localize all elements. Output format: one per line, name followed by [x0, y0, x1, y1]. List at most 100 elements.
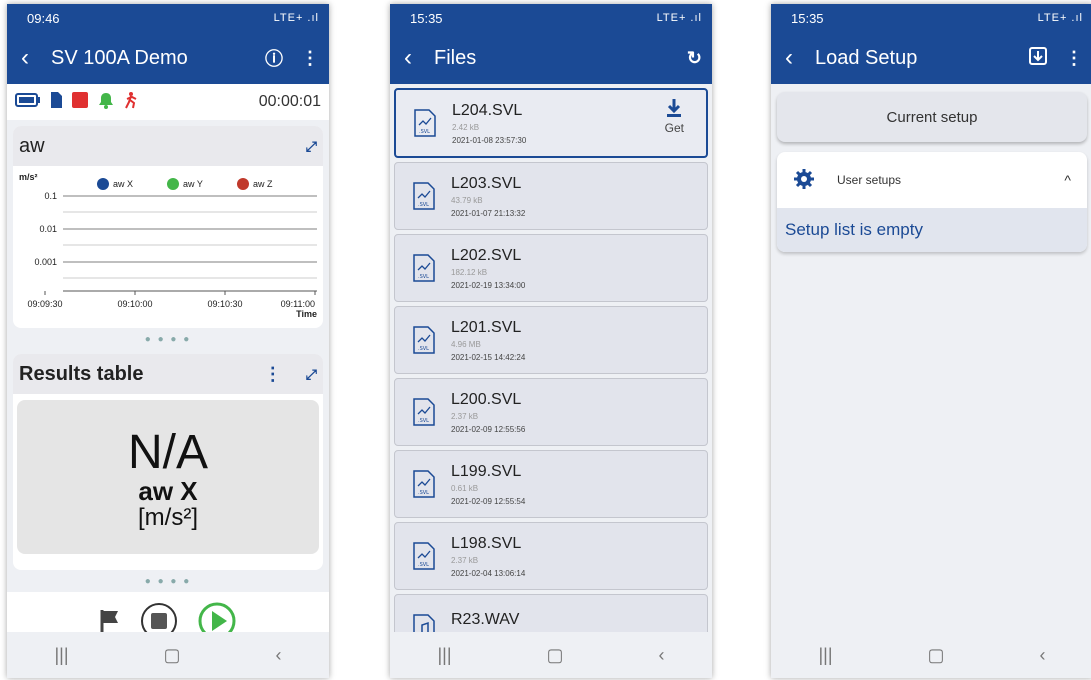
file-name: R23.WAV [451, 611, 520, 628]
back-icon[interactable]: ‹ [404, 44, 434, 72]
file-date: 2021-01-08 23:57:30 [452, 135, 527, 145]
download-icon [667, 99, 682, 117]
download-box-icon[interactable] [1029, 46, 1047, 70]
nav-back-icon[interactable]: ‹ [659, 645, 665, 666]
file-row[interactable]: .SVL L204.SVL 2.42 kB 2021-01-08 23:57:30 Ge… [394, 88, 708, 158]
app-bar: ‹ Load Setup ⋮ [771, 32, 1091, 84]
file-size: 182.12 kB [451, 267, 488, 277]
user-setups-panel: User setups ^ Setup list is empty [777, 152, 1087, 252]
expand-icon[interactable]: ⤢ [306, 138, 317, 155]
svg-text:.SVL: .SVL [418, 202, 429, 208]
home-icon[interactable]: ▢ [928, 645, 945, 666]
file-row[interactable]: .SVL L201.SVL 4.96 MB 2021-02-15 14:42:24 [394, 306, 708, 374]
svg-text:.SVL: .SVL [418, 346, 429, 352]
file-name: L200.SVL [451, 390, 522, 408]
legend-label: aw Z [253, 179, 273, 189]
svl-file-icon: .SVL [413, 182, 435, 210]
back-icon[interactable]: ‹ [21, 44, 51, 72]
svg-text:.SVL: .SVL [418, 490, 429, 496]
app-bar: ‹ SV 100A Demo ⓘ ⋮ [7, 32, 329, 84]
svg-text:.SVL: .SVL [418, 562, 429, 568]
result-value: N/A [127, 426, 208, 479]
results-expand-icon[interactable]: ⤢ [306, 366, 317, 383]
y-tick-label: 0.01 [39, 224, 57, 234]
file-name: L203.SVL [451, 174, 522, 192]
x-tick-label: 09:09:30 [27, 299, 62, 309]
system-nav-bar: ||| ▢ ‹ [771, 632, 1091, 678]
recent-apps-icon[interactable]: ||| [437, 645, 451, 666]
file-date: 2021-02-04 13:06:14 [451, 568, 526, 578]
refresh-icon[interactable]: ↻ [687, 48, 702, 69]
x-tick-label: 09:10:00 [117, 299, 152, 309]
results-card-header: Results table ⋮ ⤢ [13, 354, 323, 394]
back-icon[interactable]: ‹ [785, 44, 815, 72]
phone-files-screen: 15:35 LTE+ .ıl ‹ Files ↻ .SVL L204.SVL 2.4… [390, 4, 712, 678]
legend-label: aw X [113, 179, 133, 189]
page-title: SV 100A Demo [51, 46, 188, 69]
svg-text:.SVL: .SVL [418, 418, 429, 424]
file-size: 4.96 MB [451, 339, 481, 349]
file-row[interactable]: .SVL L199.SVL 0.61 kB 2021-02-09 12:55:54 [394, 450, 708, 518]
user-setups-label: User setups [837, 173, 902, 187]
device-status-row: 00:00:01 [7, 84, 329, 120]
recent-apps-icon[interactable]: ||| [818, 645, 832, 666]
file-size: 2.42 kB [452, 122, 480, 132]
recent-apps-icon[interactable]: ||| [54, 645, 68, 666]
aw-chart: m/s² aw X aw Y aw Z 0.1 0.01 0.001 09:09:30 09:1… [19, 172, 317, 319]
nav-back-icon[interactable]: ‹ [276, 645, 282, 666]
file-row[interactable]: .SVL L203.SVL 43.79 kB 2021-01-07 21:13:32 [394, 162, 708, 230]
page-title: Load Setup [815, 46, 918, 69]
result-unit: [m/s²] [138, 504, 198, 531]
legend-swatch [167, 178, 179, 190]
file-name: L204.SVL [452, 101, 523, 119]
status-bar: 15:35 LTE+ .ıl [771, 4, 1091, 32]
more-vert-icon[interactable]: ⋮ [301, 48, 319, 69]
page-indicator-2: ● ● ● ● [144, 576, 192, 587]
chart-card-header: aw ⤢ [13, 126, 323, 166]
file-list: .SVL L204.SVL 2.42 kB 2021-01-08 23:57:30 Ge… [390, 88, 712, 662]
results-more-icon[interactable]: ⋮ [264, 364, 282, 385]
file-row[interactable]: .SVL L200.SVL 2.37 kB 2021-02-09 12:55:56 [394, 378, 708, 446]
status-time: 09:46 [27, 10, 60, 26]
home-icon[interactable]: ▢ [164, 645, 181, 666]
file-name: L201.SVL [451, 318, 522, 336]
results-card: Results table ⋮ ⤢ N/A aw X [m/s²] [13, 354, 323, 570]
record-stop-icon [71, 91, 89, 114]
file-date: 2021-02-09 12:55:56 [451, 424, 526, 434]
current-setup-button[interactable]: Current setup [777, 92, 1087, 142]
file-row[interactable]: .SVL L198.SVL 2.37 kB 2021-02-04 13:06:14 [394, 522, 708, 590]
status-time: 15:35 [791, 10, 824, 26]
file-size: 2.37 kB [451, 555, 479, 565]
user-setups-header[interactable]: User setups ^ [777, 152, 1087, 208]
measurement-timer: 00:00:01 [258, 93, 321, 110]
page-title: Files [434, 46, 477, 69]
more-vert-icon[interactable]: ⋮ [1065, 48, 1083, 69]
battery-icon [15, 92, 41, 112]
phone-measurement-screen: 09:46 LTE+ .ıl ‹ SV 100A Demo ⓘ ⋮ 00:00:… [7, 4, 329, 678]
y-tick-label: 0.001 [34, 257, 57, 267]
nav-back-icon[interactable]: ‹ [1040, 645, 1046, 666]
system-nav-bar: ||| ▢ ‹ [390, 632, 712, 678]
x-tick-label: 09:11:00 [281, 299, 315, 309]
svl-file-icon: .SVL [413, 398, 435, 426]
legend-swatch [97, 178, 109, 190]
file-name: L202.SVL [451, 246, 522, 264]
result-display: N/A aw X [m/s²] [17, 400, 319, 554]
file-size: 2.37 kB [451, 411, 479, 421]
svl-file-icon: .SVL [413, 542, 435, 570]
page-indicator: ● ● ● ● [144, 334, 192, 345]
svg-text:.SVL: .SVL [419, 129, 430, 135]
info-icon[interactable]: ⓘ [265, 45, 283, 71]
legend-swatch [237, 178, 249, 190]
svl-file-icon: .SVL [413, 326, 435, 354]
chevron-up-icon[interactable]: ^ [1064, 172, 1071, 188]
file-date: 2021-02-15 14:42:24 [451, 352, 526, 362]
file-name: L198.SVL [451, 534, 522, 552]
get-file-button[interactable]: Get [665, 98, 684, 135]
y-axis-label: m/s² [19, 172, 38, 182]
y-tick-label: 0.1 [44, 191, 57, 201]
file-name: L199.SVL [451, 462, 522, 480]
status-signal: LTE+ .ıl [273, 12, 319, 24]
file-row[interactable]: .SVL L202.SVL 182.12 kB 2021-02-19 13:34:00 [394, 234, 708, 302]
home-icon[interactable]: ▢ [547, 645, 564, 666]
